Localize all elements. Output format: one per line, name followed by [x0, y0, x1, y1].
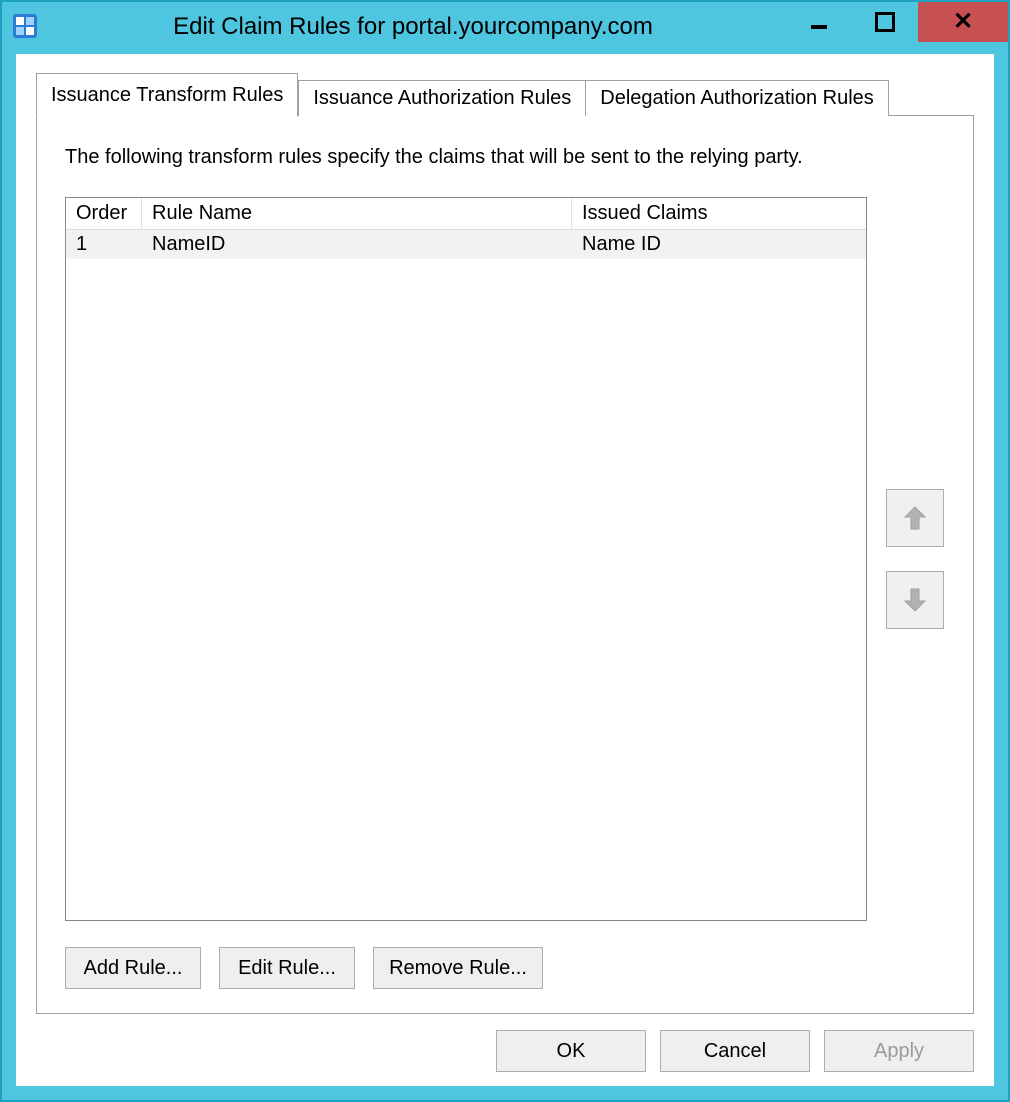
- column-issued-claims[interactable]: Issued Claims: [572, 198, 866, 229]
- rule-buttons-row: Add Rule... Edit Rule... Remove Rule...: [65, 947, 945, 989]
- ok-button[interactable]: OK: [496, 1030, 646, 1072]
- add-rule-button[interactable]: Add Rule...: [65, 947, 201, 989]
- close-icon: ✕: [953, 10, 973, 34]
- app-icon: [12, 13, 40, 41]
- reorder-buttons: [885, 197, 945, 921]
- listview-header: Order Rule Name Issued Claims: [66, 198, 866, 230]
- minimize-icon: [811, 25, 827, 29]
- column-order[interactable]: Order: [66, 198, 142, 229]
- title-bar: Edit Claim Rules for portal.yourcompany.…: [2, 2, 1008, 52]
- move-down-button[interactable]: [886, 571, 944, 629]
- window-frame: Edit Claim Rules for portal.yourcompany.…: [0, 0, 1010, 1102]
- tab-strip: Issuance Transform Rules Issuance Author…: [36, 72, 974, 116]
- arrow-down-icon: [903, 587, 927, 613]
- client-area: Issuance Transform Rules Issuance Author…: [16, 54, 994, 1086]
- rules-listview[interactable]: Order Rule Name Issued Claims 1 NameID N…: [65, 197, 867, 921]
- listview-rows: 1 NameID Name ID: [66, 230, 866, 920]
- remove-rule-button[interactable]: Remove Rule...: [373, 947, 543, 989]
- edit-rule-button[interactable]: Edit Rule...: [219, 947, 355, 989]
- tab-issuance-authorization[interactable]: Issuance Authorization Rules: [298, 80, 586, 116]
- cell-order: 1: [66, 230, 142, 259]
- tab-delegation-authorization[interactable]: Delegation Authorization Rules: [586, 80, 889, 116]
- tab-body: The following transform rules specify th…: [36, 115, 974, 1014]
- move-up-button[interactable]: [886, 489, 944, 547]
- close-button[interactable]: ✕: [918, 2, 1008, 42]
- caption-buttons: ✕: [786, 2, 1008, 42]
- list-item[interactable]: 1 NameID Name ID: [66, 230, 866, 259]
- dialog-buttons: OK Cancel Apply: [36, 1030, 974, 1072]
- arrow-up-icon: [903, 505, 927, 531]
- tab-control: Issuance Transform Rules Issuance Author…: [36, 72, 974, 1014]
- maximize-button[interactable]: [852, 2, 918, 42]
- cancel-button[interactable]: Cancel: [660, 1030, 810, 1072]
- cell-rule-name: NameID: [142, 230, 572, 259]
- cell-issued-claims: Name ID: [572, 230, 866, 259]
- tab-issuance-transform[interactable]: Issuance Transform Rules: [36, 73, 298, 117]
- maximize-icon: [875, 12, 895, 32]
- tab-description: The following transform rules specify th…: [65, 146, 945, 169]
- window-title: Edit Claim Rules for portal.yourcompany.…: [40, 13, 786, 41]
- column-rule-name[interactable]: Rule Name: [142, 198, 572, 229]
- apply-button[interactable]: Apply: [824, 1030, 974, 1072]
- list-area: Order Rule Name Issued Claims 1 NameID N…: [65, 197, 945, 921]
- minimize-button[interactable]: [786, 2, 852, 42]
